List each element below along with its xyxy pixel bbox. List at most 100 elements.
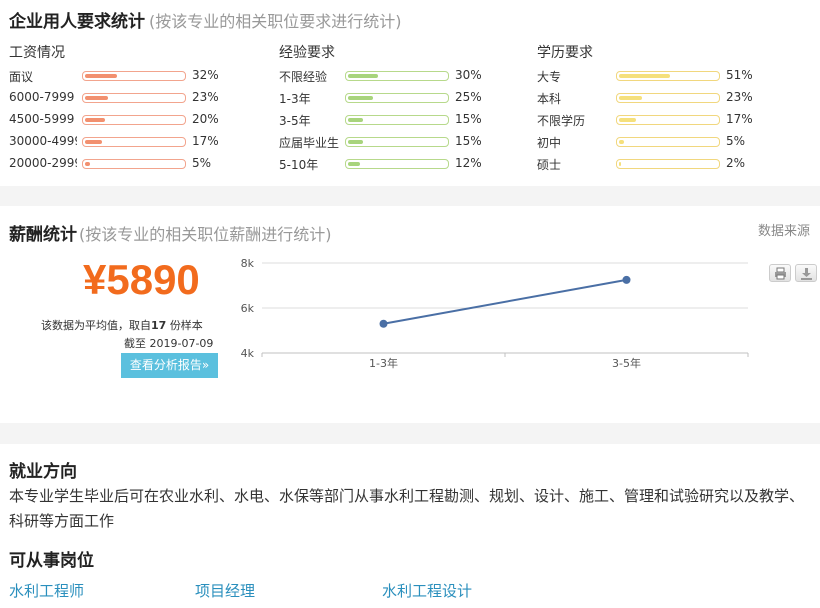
requirement-bar-fill [85,96,108,100]
requirement-bar-fill [348,118,363,122]
requirement-label: 4500-5999 [9,112,75,126]
requirement-percent: 15% [455,134,482,148]
requirement-bar [345,93,449,103]
requirement-row: 不限经验 30% [279,64,519,86]
requirement-label: 应届毕业生 [279,136,340,150]
requirement-percent: 23% [726,90,753,104]
requirement-row: 应届毕业生 15% [279,130,519,152]
requirements-title-text: 企业用人要求统计 [9,12,145,32]
requirement-row: 面议 32% [9,64,249,86]
positions-heading: 可从事岗位 [9,551,94,571]
position-link[interactable]: 水利工程设计 [382,580,472,601]
requirement-label: 面议 [9,70,34,84]
requirement-percent: 5% [726,134,746,148]
data-point [622,275,631,284]
requirement-bar-fill [85,74,117,78]
x-tick-label: 3-5年 [612,356,641,370]
requirement-bar [345,115,449,125]
requirement-bar [616,93,720,103]
requirement-row: 初中 5% [537,130,777,152]
salary-heading: 工资情况 [9,45,65,61]
requirement-bar-fill [85,162,90,166]
requirement-row: 6000-7999 23% [9,86,249,108]
y-tick-label: 8k [241,257,255,270]
employment-section: 就业方向 本专业学生毕业后可在农业水利、水电、水保等部门从事水利工程勘测、规划、… [0,444,820,608]
requirement-bar [616,137,720,147]
requirement-percent: 25% [455,90,482,104]
requirement-bar-fill [85,140,102,144]
requirement-label: 3-5年 [279,114,311,128]
requirement-percent: 17% [192,134,219,148]
requirements-section: 企业用人要求统计 (按该专业的相关职位要求进行统计) 工资情况 面议 32% 6000… [0,0,820,186]
requirement-row: 1-3年 25% [279,86,519,108]
requirement-bar-fill [348,96,373,100]
requirement-label: 不限学历 [537,114,586,128]
requirement-row: 5-10年 12% [279,152,519,174]
requirement-label: 大专 [537,70,562,84]
requirement-bar [616,115,720,125]
download-button[interactable] [795,264,817,282]
requirements-title: 企业用人要求统计 (按该专业的相关职位要求进行统计) [9,7,402,32]
requirement-bar [345,137,449,147]
requirement-row: 大专 51% [537,64,777,86]
requirement-row: 3-5年 15% [279,108,519,130]
salary-line-chart: 4k 6k 8k 1-3年 3-5年 [241,257,749,370]
requirement-row: 30000-4999 17% [9,130,249,152]
requirement-row: 本科 23% [537,86,777,108]
requirement-label: 1-3年 [279,92,311,106]
requirement-percent: 30% [455,68,482,82]
requirement-bar-fill [619,162,621,166]
experience-requirements: 经验要求 不限经验 30% 1-3年 25% 3-5年 15% 应届毕业生 15% 5-10年 1… [279,42,519,174]
print-button[interactable] [769,264,791,282]
requirement-percent: 15% [455,112,482,126]
requirement-row: 20000-2999 5% [9,152,249,174]
requirement-percent: 20% [192,112,219,126]
requirement-bar [82,93,186,103]
x-tick-label: 1-3年 [369,356,398,370]
section-divider [0,186,820,206]
requirement-percent: 5% [192,156,212,170]
requirement-bar-fill [619,74,670,78]
requirement-bar-fill [348,74,378,78]
requirement-bar [82,71,186,81]
requirement-bar-fill [348,162,360,166]
direction-heading: 就业方向 [9,462,77,482]
y-tick-label: 6k [241,302,255,315]
requirement-label: 20000-2999 [9,156,77,170]
requirement-bar-fill [619,118,636,122]
requirement-percent: 51% [726,68,753,82]
salary-requirements: 工资情况 面议 32% 6000-7999 23% 4500-5999 20% 30000-… [9,42,249,174]
requirement-bar [616,71,720,81]
direction-text: 本专业学生毕业后可在农业水利、水电、水保等部门从事水利工程勘测、规划、设计、施工… [9,487,805,530]
salary-section: 薪酬统计 (按该专业的相关职位薪酬进行统计) 数据来源 ¥5890 该数据为平均值… [0,206,820,423]
requirement-bar-fill [619,96,642,100]
data-point [379,319,388,328]
series-line [383,278,627,325]
requirement-percent: 12% [455,156,482,170]
requirement-row: 不限学历 17% [537,108,777,130]
print-icon [775,267,786,280]
position-link[interactable]: 项目经理 [195,580,255,601]
requirement-label: 不限经验 [279,70,328,84]
requirement-bar [616,159,720,169]
requirement-bar-fill [85,118,105,122]
education-heading: 学历要求 [537,45,593,61]
requirement-bar [345,159,449,169]
requirement-label: 6000-7999 [9,90,75,104]
requirement-percent: 2% [726,156,746,170]
requirements-subtitle: (按该专业的相关职位要求进行统计) [149,12,402,31]
requirement-bar [82,159,186,169]
requirement-row: 4500-5999 20% [9,108,249,130]
requirement-row: 硕士 2% [537,152,777,174]
requirement-bar [82,137,186,147]
requirement-label: 30000-4999 [9,134,77,148]
requirement-bar-fill [348,140,363,144]
position-link[interactable]: 水利工程师 [9,580,84,601]
requirement-bar [82,115,186,125]
requirement-bar-fill [619,140,624,144]
experience-heading: 经验要求 [279,45,335,61]
download-icon [801,268,812,280]
requirement-bar [345,71,449,81]
requirement-label: 硕士 [537,158,562,172]
y-tick-label: 4k [241,347,255,360]
